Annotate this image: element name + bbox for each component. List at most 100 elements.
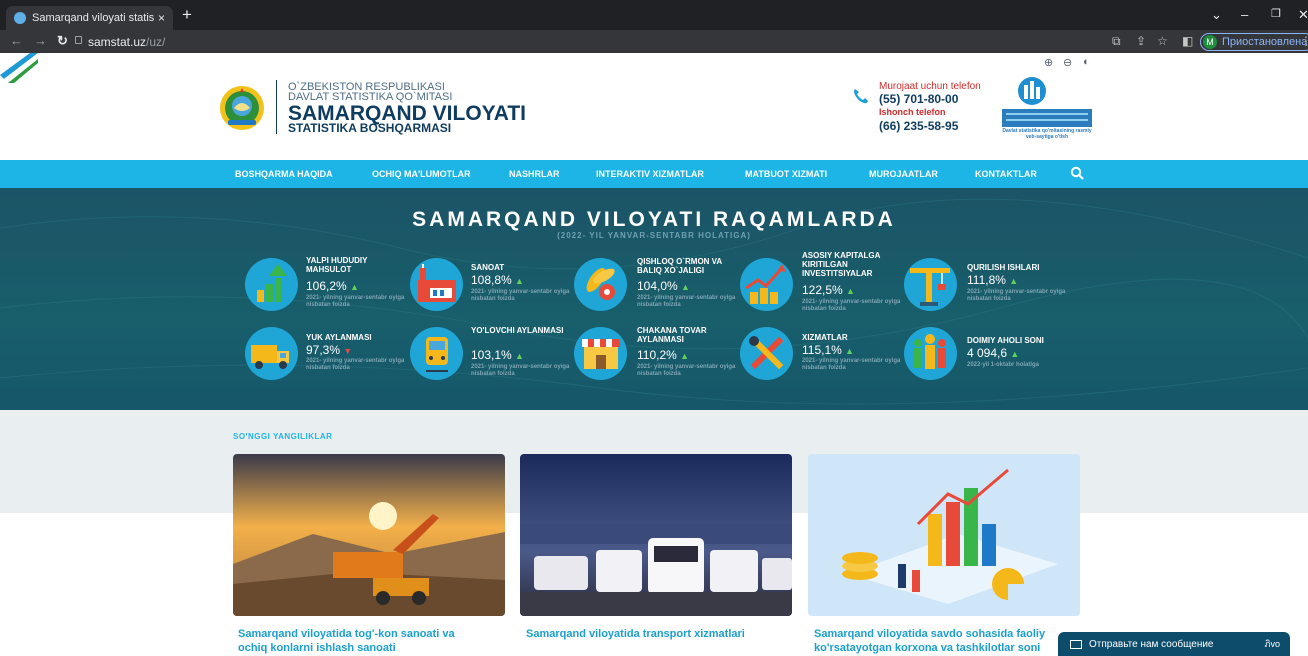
reload-icon[interactable]: ↻ [57,33,68,49]
profile-button[interactable]: M Приостановлена [1200,33,1308,51]
trust-phone-number[interactable]: (66) 235-58-95 [879,119,958,133]
stat-value-text: 4 094,6 [967,346,1008,360]
stat-label: QURILISH ISHLARI [967,263,1040,272]
growth-chart-icon [245,258,298,311]
truck-icon [245,327,298,380]
browser-tab[interactable]: Samarqand viloyati statistika bos × [6,6,173,30]
contrast-icon[interactable]: ◐ [1083,56,1090,68]
bookmark-star-icon[interactable]: ☆ [1157,34,1168,48]
tab-search-chevron-icon[interactable]: ⌄ [1211,7,1222,23]
address-bar[interactable]: samstat.uz/uz/ [88,35,165,49]
main-nav: BOSHQARMA HAQIDA OCHIQ MA'LUMOTLAR NASHR… [0,160,1308,188]
share-icon[interactable]: ⇪ [1136,34,1146,48]
browser-menu-icon[interactable]: ⋮ [1300,34,1308,48]
stat-value: 103,1% ▲ [471,348,524,362]
news-title-1[interactable]: Samarqand viloyatida tog'-kon sanoati va… [238,627,523,655]
stat-label: DOIMIY AHOLI SONI [967,336,1044,345]
news-title-2-line1: Samarqand viloyatida transport xizmatlar… [526,628,745,640]
site-subtitle: STATISTIKA BOSHQARMASI [288,121,452,135]
stat-note: 2021- yilning yanvar-sentabr oyiga nisba… [802,358,901,371]
stat-value: 106,2% ▲ [306,279,359,293]
portal-caption: Davlat statistika qo'mitasining rasmiy v… [1002,128,1092,140]
stat-value-text: 110,2% [637,348,677,362]
tab-close-icon[interactable]: × [158,11,165,25]
trend-up-icon: ▲ [846,286,855,296]
nav-item-interaktiv[interactable]: INTERAKTIV XIZMATLAR [596,169,704,179]
nav-item-boshqarma[interactable]: BOSHQARMA HAQIDA [235,169,333,179]
news-title-3-line2: ko'rsatayotgan korxona va tashkilotlar s… [814,642,1041,654]
factory-icon [410,258,463,311]
stat-note: 2021- yilning yanvar-sentabr oyiga nisba… [967,289,1066,302]
url-host: samstat.uz [88,35,147,49]
stat-value: 97,3% ▼ [306,343,352,357]
site-header [0,53,1308,160]
news-title-2[interactable]: Samarqand viloyatida transport xizmatlar… [526,627,811,641]
minimize-icon[interactable]: – [1241,7,1248,22]
lock-icon [75,36,82,44]
stat-label: YALPI HUDUDIY MAHSULOT [306,256,368,274]
stat-label: YO'LOVCHI AYLANMASI [471,326,564,335]
crane-icon [904,258,957,311]
news-image-transport[interactable] [520,454,792,616]
stat-value: 104,0% ▲ [637,279,690,293]
nav-item-murojaatlar[interactable]: MUROJAATLAR [869,169,938,179]
stat-value: 110,2% ▲ [637,348,689,362]
stat-value-text: 103,1% [471,348,512,362]
stat-note: 2021- yilning yanvar-sentabr oyiga nisba… [637,295,736,308]
news-image-trade[interactable] [808,454,1080,616]
zoom-out-icon[interactable]: ⊖ [1063,56,1072,69]
news-title-3-line1: Samarqand viloyatida savdo sohasida faol… [814,628,1046,640]
stat-note: 2021- yilning yanvar-sentabr oyiga nisba… [802,299,901,312]
stat-note: 2021- yilning yanvar-sentabr oyiga nisba… [306,295,405,308]
chat-widget-button[interactable]: Отправьте нам сообщение ภิvo [1058,632,1290,656]
stat-note: 2021- yilning yanvar-sentabr oyiga nisba… [306,358,405,371]
stat-note: 2021- yilning yanvar-sentabr oyiga nisba… [471,364,570,377]
back-icon[interactable]: ← [10,33,23,48]
stat-value-text: 106,2% [306,279,347,293]
stat-note: 2022-yil 1-oktabr holatiga [967,362,1040,368]
translate-icon[interactable]: ⧉ [1112,34,1121,49]
stat-value-text: 104,0% [637,279,678,293]
nav-item-kontaktlar[interactable]: KONTAKTLAR [975,169,1037,179]
nav-item-ochiq-malumotlar[interactable]: OCHIQ MA'LUMOTLAR [372,169,471,179]
trust-phone-label: Ishonch telefon [879,107,946,117]
search-icon[interactable] [1070,166,1084,180]
trend-up-icon: ▲ [515,276,524,286]
restore-icon[interactable]: ❐ [1271,7,1281,20]
stat-value: 4 094,6 ▲ [967,346,1019,360]
url-path: /uz/ [146,35,166,49]
nav-item-nashrlar[interactable]: NASHRLAR [509,169,560,179]
shop-icon [574,327,627,380]
chat-label: Отправьте нам сообщение [1089,638,1214,650]
site-favicon-icon [14,12,26,24]
stat-label: SANOAT [471,263,505,272]
zoom-in-icon[interactable]: ⊕ [1044,56,1053,69]
stat-note: 2021- yilning yanvar-sentabr oyiga nisba… [471,289,570,302]
state-emblem-icon[interactable] [218,84,266,132]
stat-value: 111,8% ▲ [967,273,1018,287]
new-tab-button[interactable]: + [182,5,192,25]
flag-ribbon-icon [0,53,38,83]
investment-icon [740,258,793,311]
population-icon [904,327,957,380]
org-name[interactable]: O`ZBEKISTON RESPUBLIKASI DAVLAT STATISTIK… [288,82,452,103]
stat-label: QISHLOQ O`RMON VA BALIQ XO`JALIGI [637,257,722,275]
trend-up-icon: ▲ [680,351,690,361]
stats-subtitle: (2022- YIL YANVAR-SENTABR HOLATIGA) [557,231,751,240]
browser-tab-strip: Samarqand viloyati statistika bos × + ⌄ … [0,0,1308,30]
profile-status: Приостановлена [1222,36,1308,48]
train-icon [410,327,463,380]
stats-title: SAMARQAND VILOYATI RAQAMLARDA [412,208,896,231]
news-section-title[interactable]: SO'NGGI YANGILIKLAR [233,432,332,441]
news-title-3[interactable]: Samarqand viloyatida savdo sohasida faol… [814,627,1064,655]
side-panel-icon[interactable]: ◧ [1182,34,1193,48]
forward-icon[interactable]: → [34,33,47,48]
contact-phone-number[interactable]: (55) 701-80-00 [879,92,958,106]
stat-value-text: 108,8% [471,273,512,287]
news-image-mining[interactable] [233,454,505,616]
nav-item-matbuot[interactable]: MATBUOT XIZMATI [745,169,827,179]
stat-value: 115,1% ▲ [802,343,854,357]
stat-label: ASOSIY KAPITALGA KIRITILGAN INVESTITSIYA… [802,251,881,278]
close-window-icon[interactable]: ✕ [1298,7,1308,23]
envelope-icon [1070,639,1082,649]
